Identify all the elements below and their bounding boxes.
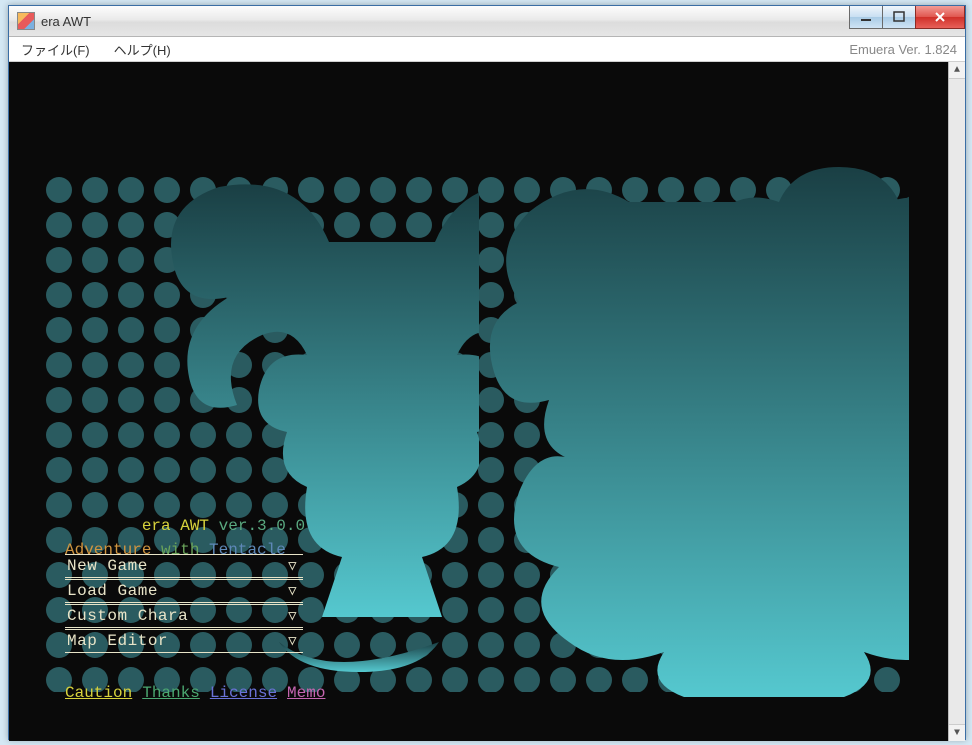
footer-links: Caution Thanks License Memo	[65, 684, 335, 702]
maximize-button[interactable]	[882, 6, 916, 29]
close-icon	[933, 10, 947, 24]
main-menu: New Game ▽ Load Game ▽ Custom Chara ▽ Ma…	[65, 554, 303, 653]
menu-label: Load Game	[67, 582, 158, 600]
menubar: ファイル(F) ヘルプ(H) Emuera Ver. 1.824	[9, 37, 965, 62]
maximize-icon	[893, 11, 905, 23]
menu-map-editor[interactable]: Map Editor ▽	[65, 629, 303, 653]
vertical-scrollbar[interactable]: ▲ ▼	[948, 62, 965, 741]
minimize-icon	[860, 11, 872, 23]
scroll-up-icon[interactable]: ▲	[949, 62, 965, 79]
silhouette-right	[479, 162, 909, 722]
menu-new-game[interactable]: New Game ▽	[65, 554, 303, 578]
window-buttons	[850, 6, 965, 28]
link-memo[interactable]: Memo	[287, 684, 325, 702]
triangle-icon: ▽	[288, 583, 297, 600]
menu-file[interactable]: ファイル(F)	[9, 38, 102, 61]
link-caution[interactable]: Caution	[65, 684, 132, 702]
triangle-icon: ▽	[288, 608, 297, 625]
game-version: ver.3.0.0	[219, 517, 305, 535]
menu-load-game[interactable]: Load Game ▽	[65, 579, 303, 603]
app-icon	[17, 12, 35, 30]
link-thanks[interactable]: Thanks	[142, 684, 200, 702]
game-viewport: era AWT ver.3.0.0 Adventure with Tentacl…	[9, 62, 965, 741]
menu-help[interactable]: ヘルプ(H)	[102, 38, 183, 61]
game-name: era AWT	[142, 517, 209, 535]
titlebar[interactable]: era AWT	[9, 6, 965, 37]
triangle-icon: ▽	[288, 633, 297, 650]
menu-custom-chara[interactable]: Custom Chara ▽	[65, 604, 303, 628]
scroll-down-icon[interactable]: ▼	[949, 724, 965, 741]
menu-label: New Game	[67, 557, 148, 575]
minimize-button[interactable]	[849, 6, 883, 29]
link-license[interactable]: License	[210, 684, 277, 702]
menu-label: Map Editor	[67, 632, 168, 650]
triangle-icon: ▽	[288, 558, 297, 575]
app-window: era AWT ファイル(F) ヘルプ(H) Emuera Ver. 1.824	[8, 5, 966, 740]
menu-label: Custom Chara	[67, 607, 188, 625]
engine-version: Emuera Ver. 1.824	[849, 42, 965, 57]
close-button[interactable]	[915, 6, 965, 29]
window-title: era AWT	[41, 14, 91, 29]
